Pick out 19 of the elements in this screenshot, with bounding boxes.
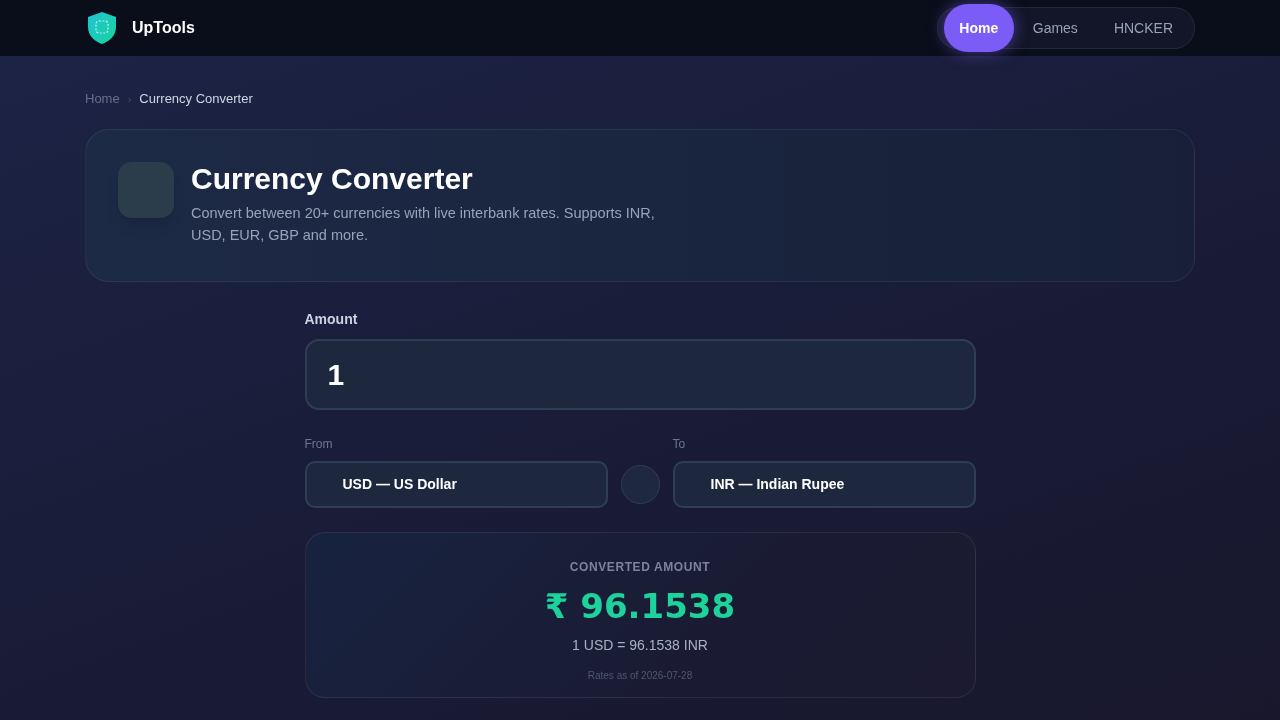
page-title: Currency Converter — [191, 160, 474, 197]
result-label: CONVERTED AMOUNT — [569, 558, 711, 576]
exchange-rate: 1 USD = 96.1538 INR — [572, 635, 708, 655]
nav-tab[interactable]: Home — [943, 4, 1014, 52]
from-label: From — [304, 435, 334, 453]
converted-amount: ₹ 96.1538 — [544, 585, 736, 626]
breadcrumb-separator: › — [127, 91, 132, 107]
to-currency-select[interactable]: INR — Indian Rupee — [672, 460, 976, 508]
logo-text[interactable]: UpTools — [132, 16, 195, 40]
nav-tab[interactable]: Games — [1015, 11, 1095, 45]
to-label: To — [672, 435, 687, 453]
from-currency-select[interactable]: USD — US Dollar — [304, 460, 608, 508]
tool-tile-icon — [118, 161, 174, 218]
shield-logo-icon — [88, 12, 116, 44]
amount-input[interactable]: 1 — [304, 338, 976, 410]
breadcrumb-current: Currency Converter — [139, 90, 253, 108]
page-description: Convert between 20+ currencies with live interbank rates. Supports INR, USD, EUR, GBP and more. — [191, 203, 656, 245]
nav-tab[interactable]: HNCKER — [1096, 11, 1190, 45]
amount-label: Amount — [304, 309, 359, 329]
